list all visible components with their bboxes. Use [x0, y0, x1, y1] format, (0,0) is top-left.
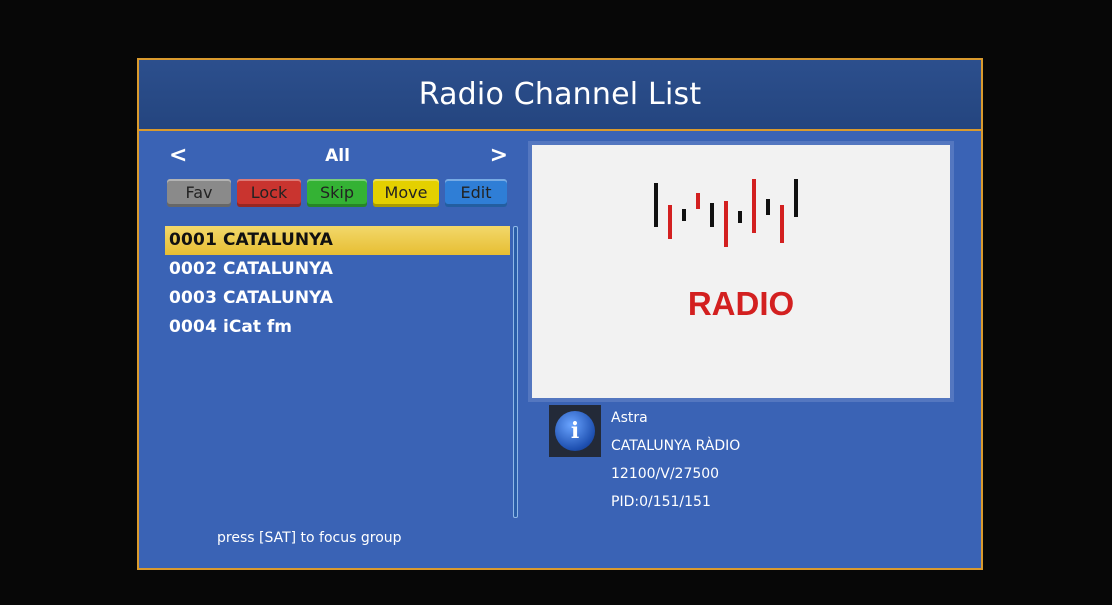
channel-number: 0003 — [169, 288, 218, 308]
frequency: 12100/V/27500 — [611, 466, 720, 482]
info-icon-glyph: i — [555, 411, 595, 451]
info-icon: i — [549, 405, 601, 457]
list-item[interactable]: 0002 CATALUNYA — [165, 255, 510, 284]
title-bar: Radio Channel List — [139, 60, 981, 131]
hint-text: press [SAT] to focus group — [217, 530, 402, 546]
channel-full-name: CATALUNYA RÀDIO — [611, 438, 741, 454]
channel-name: iCat fm — [223, 317, 292, 337]
group-selector[interactable]: < All > — [165, 143, 510, 169]
list-item[interactable]: 0001 CATALUNYA — [165, 226, 510, 255]
radio-logo-text: RADIO — [687, 285, 795, 322]
list-item[interactable]: 0004 iCat fm — [165, 313, 510, 342]
radio-logo — [654, 179, 798, 247]
channel-info: Astra CATALUNYA RÀDIO 12100/V/27500 PID:… — [611, 407, 740, 519]
channel-name: CATALUNYA — [223, 259, 333, 279]
page-title: Radio Channel List — [418, 77, 702, 112]
channel-list: 0001 CATALUNYA 0002 CATALUNYA 0003 CATAL… — [165, 226, 510, 342]
preview-window: RADIO — [528, 141, 954, 402]
channel-name: CATALUNYA — [223, 288, 333, 308]
list-item[interactable]: 0003 CATALUNYA — [165, 284, 510, 313]
edit-button[interactable]: Edit — [445, 179, 507, 207]
group-name: All — [325, 146, 350, 166]
chevron-right-icon[interactable]: > — [490, 143, 508, 169]
fav-button[interactable]: Fav — [167, 179, 231, 207]
pid-info: PID:0/151/151 — [611, 494, 711, 510]
lock-button[interactable]: Lock — [237, 179, 301, 207]
channel-number: 0004 — [169, 317, 218, 337]
channel-name: CATALUNYA — [223, 230, 333, 250]
list-scrollbar[interactable] — [513, 226, 518, 518]
channel-number: 0001 — [169, 230, 218, 250]
function-buttons: Fav Lock Skip Move Edit — [167, 179, 512, 207]
channel-list-panel: Radio Channel List < All > Fav Lock Skip… — [137, 58, 983, 570]
satellite-name: Astra — [611, 410, 648, 426]
channel-number: 0002 — [169, 259, 218, 279]
skip-button[interactable]: Skip — [307, 179, 367, 207]
move-button[interactable]: Move — [373, 179, 439, 207]
